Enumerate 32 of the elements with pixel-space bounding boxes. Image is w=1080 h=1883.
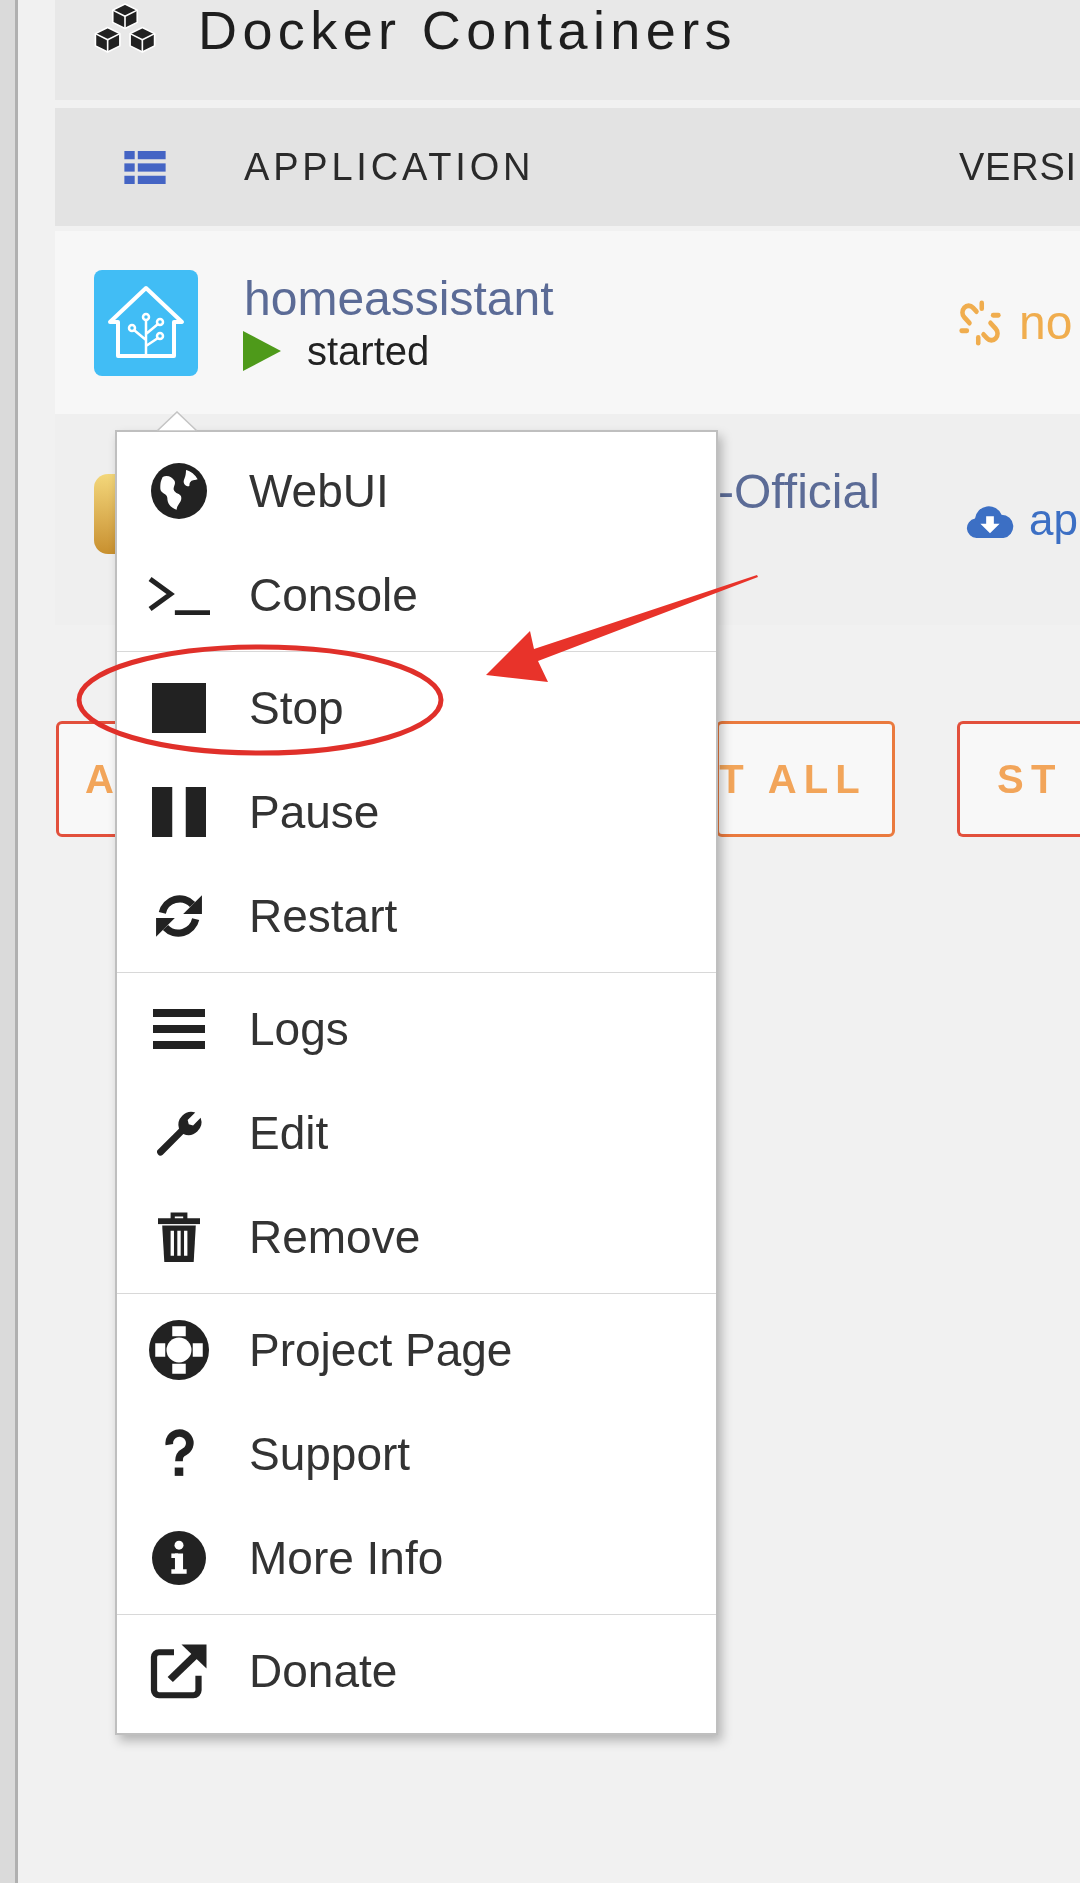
trash-icon <box>158 1212 200 1262</box>
list-view-icon[interactable] <box>124 150 166 184</box>
terminal-icon <box>148 575 210 615</box>
version-status-text: no <box>1019 294 1073 351</box>
status-text: started <box>307 327 430 375</box>
menu-item[interactable]: Donate <box>117 1619 716 1723</box>
menu-item[interactable]: Restart <box>117 864 716 968</box>
menu-item[interactable]: WebUI <box>117 439 716 543</box>
broken-link-icon <box>959 299 1001 346</box>
menu-item[interactable]: Project Page <box>117 1298 716 1402</box>
column-header[interactable]: APPLICATION <box>244 138 535 196</box>
menu-item[interactable]: Edit <box>117 1081 716 1185</box>
menu-item[interactable]: Console <box>117 543 716 647</box>
life-ring-icon <box>149 1320 209 1380</box>
update-link[interactable]: ap <box>1029 494 1078 546</box>
menu-lines-icon <box>153 1009 205 1049</box>
globe-icon <box>151 463 207 519</box>
menu-item[interactable]: More Info <box>117 1506 716 1610</box>
menu-item[interactable]: Logs <box>117 977 716 1081</box>
external-link-icon <box>149 1642 209 1700</box>
cubes-icon <box>94 3 156 53</box>
app-name-link[interactable]: homeassistant <box>244 270 554 327</box>
question-icon <box>164 1429 194 1479</box>
column-header[interactable]: VERSI <box>959 138 1077 196</box>
app-icon <box>94 474 115 554</box>
menu-item[interactable]: Support <box>117 1402 716 1506</box>
stop-icon <box>152 683 206 733</box>
info-icon <box>152 1531 206 1585</box>
pause-icon <box>152 787 206 837</box>
menu-item[interactable]: Remove <box>117 1185 716 1289</box>
app-name-link[interactable]: -Official <box>718 465 880 518</box>
page-title: Docker Containers <box>198 3 737 57</box>
